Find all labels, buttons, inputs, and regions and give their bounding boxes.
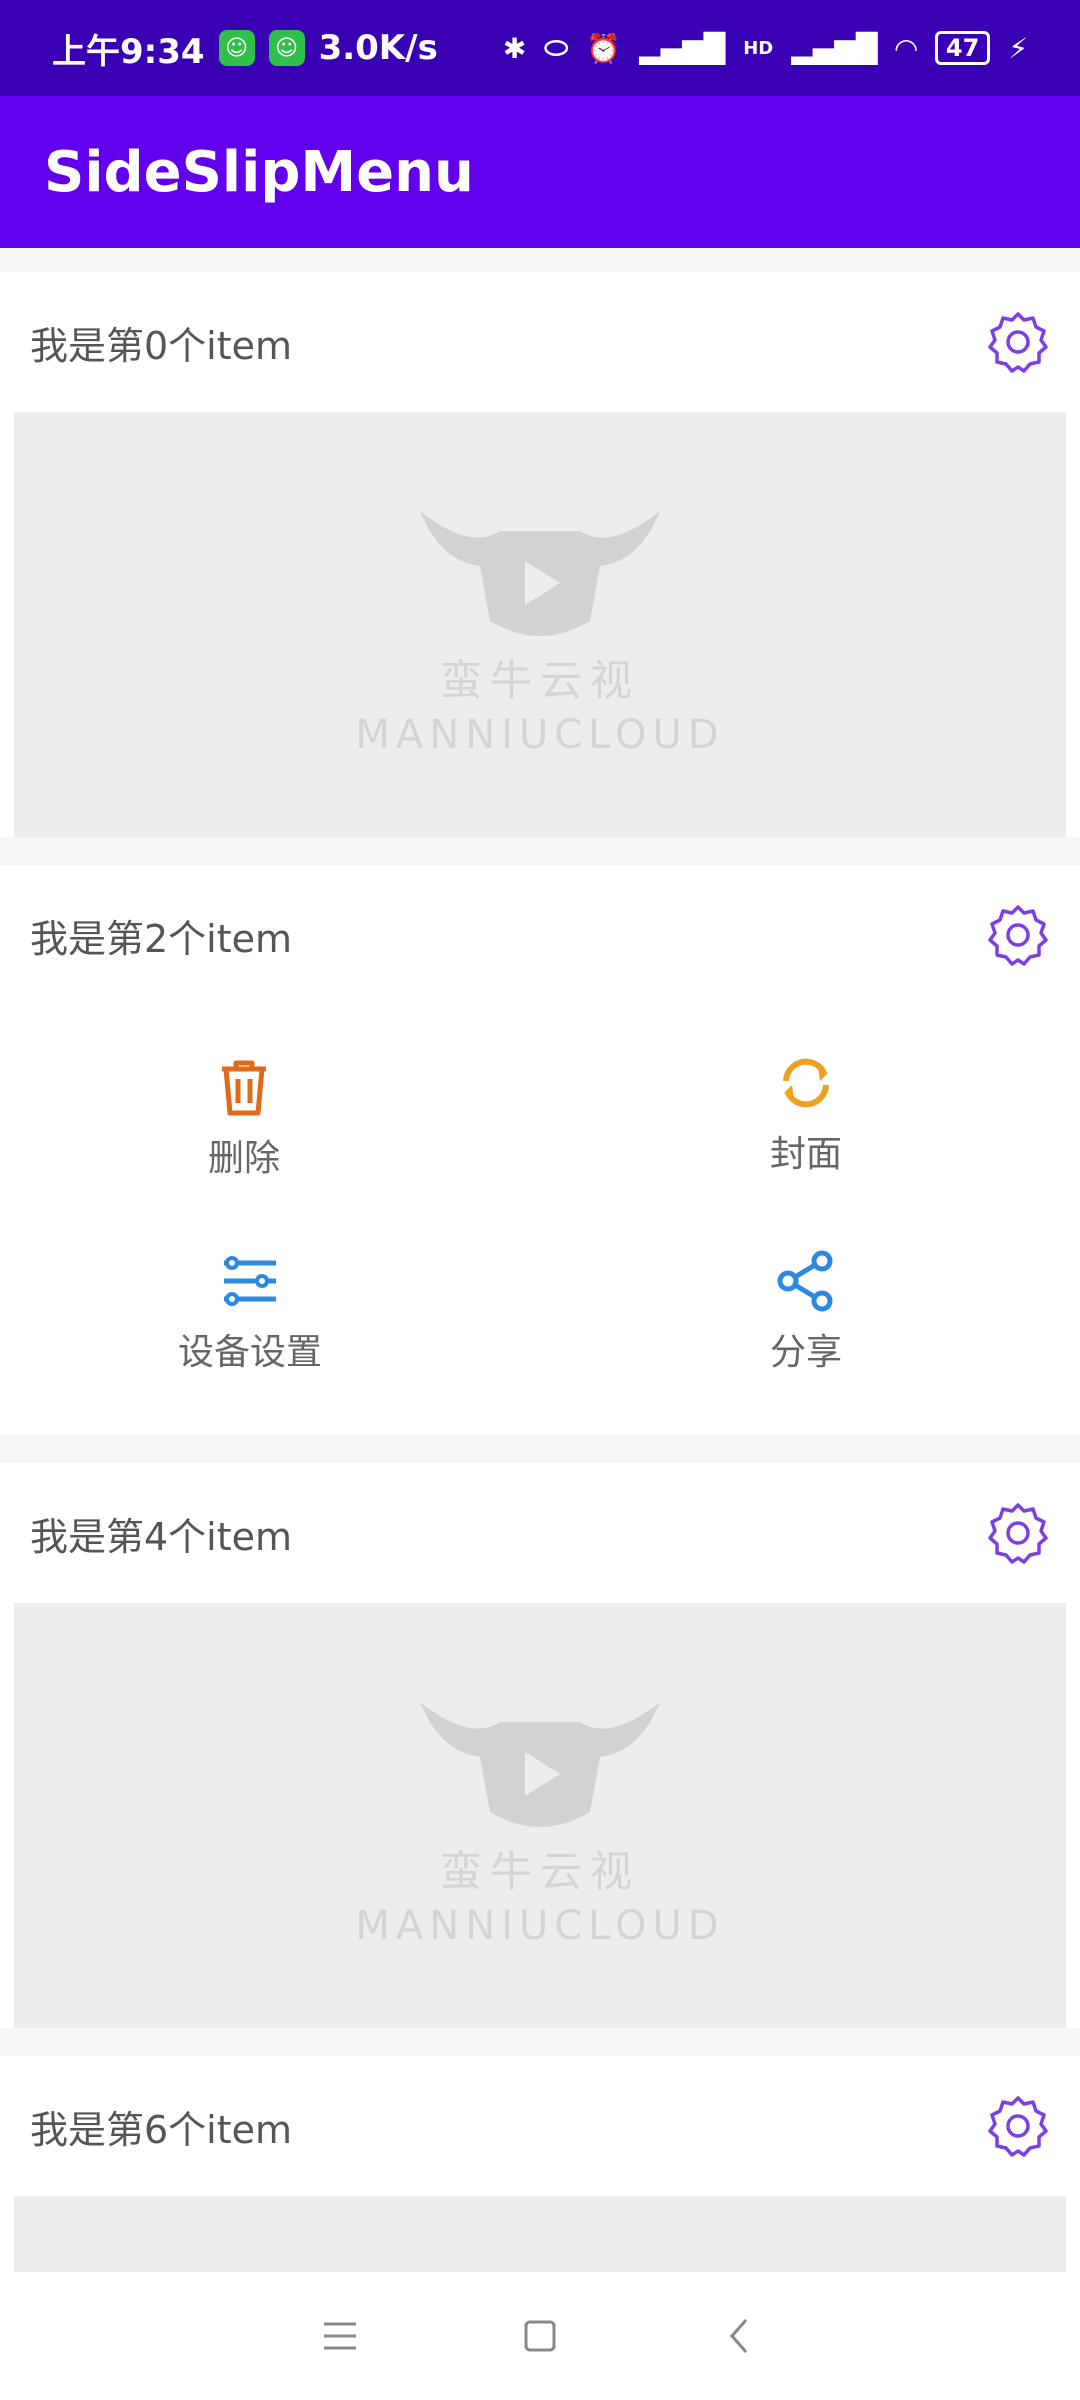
item-title: 我是第0个item — [30, 323, 293, 368]
item-header: 我是第2个item — [0, 865, 1080, 1005]
gear-icon[interactable] — [986, 1501, 1050, 1565]
video-placeholder[interactable]: 蛮牛云视 MANNIUCLOUD — [14, 1603, 1066, 2028]
network-speed: 3.0K/s — [318, 28, 438, 68]
back-chevron-icon[interactable] — [718, 2314, 762, 2358]
cover-button[interactable]: 封面 — [770, 1051, 842, 1177]
list-item[interactable]: 我是第0个item 蛮牛云视 MANNIUCLOUD — [0, 272, 1080, 837]
item-list[interactable]: 我是第0个item 蛮牛云视 MANNIUCLOUD 我是第2个item 删除 … — [0, 272, 1080, 2344]
square-home-icon[interactable] — [518, 2314, 562, 2358]
list-item-menu-open[interactable]: 我是第2个item 删除 封面 设备设置 分享 — [0, 865, 1080, 1435]
gear-icon[interactable] — [986, 310, 1050, 374]
bluetooth-icon: ✱ — [502, 31, 527, 65]
share-label: 分享 — [770, 1332, 843, 1373]
share-icon — [777, 1250, 833, 1312]
signal-icon-2: ▂▄▆█ — [791, 31, 878, 65]
placeholder-brand-en: MANNIUCLOUD — [355, 1903, 725, 1949]
item-title: 我是第6个item — [30, 2107, 293, 2152]
battery-indicator: 47 — [934, 31, 991, 65]
device-settings-label: 设备设置 — [178, 1332, 323, 1373]
wifi-icon: ◠ — [895, 31, 917, 65]
app-bar: SideSlipMenu — [0, 96, 1080, 248]
app-notification-icon-2: ☺ — [268, 30, 305, 66]
manniucloud-logo-icon — [420, 511, 660, 636]
item-title: 我是第2个item — [30, 916, 293, 961]
device-settings-button[interactable]: 设备设置 — [178, 1249, 322, 1375]
cover-label: 封面 — [770, 1134, 843, 1175]
system-nav-bar — [0, 2272, 1080, 2400]
sliders-icon — [224, 1256, 276, 1306]
share-button[interactable]: 分享 — [770, 1249, 842, 1375]
item-title: 我是第4个item — [30, 1514, 293, 1559]
placeholder-brand-cn: 蛮牛云视 — [439, 656, 640, 705]
refresh-icon — [783, 1058, 829, 1108]
status-time: 上午9:34 — [52, 31, 205, 72]
alarm-icon: ⏰ — [586, 31, 622, 65]
trash-icon — [222, 1060, 266, 1116]
video-placeholder[interactable]: 蛮牛云视 MANNIUCLOUD — [14, 412, 1066, 837]
hd-signal-label: HD — [743, 37, 774, 59]
manniucloud-logo-icon — [420, 1702, 660, 1827]
menu-icon[interactable] — [318, 2314, 362, 2358]
item-header: 我是第4个item — [0, 1463, 1080, 1603]
list-item[interactable]: 我是第4个item 蛮牛云视 MANNIUCLOUD — [0, 1463, 1080, 2028]
placeholder-brand-en: MANNIUCLOUD — [355, 712, 725, 758]
item-header: 我是第6个item — [0, 2056, 1080, 2196]
gear-icon[interactable] — [986, 2094, 1050, 2158]
charging-icon: ⚡ — [1008, 31, 1028, 65]
status-bar: 上午9:34 ☺ ☺ 3.0K/s ✱ ⬭ ⏰ ▂▄▆█ HD ▂▄▆█ ◠ 4… — [0, 0, 1080, 96]
placeholder-brand-cn: 蛮牛云视 — [439, 1847, 640, 1896]
signal-icon: ▂▄▆█ — [639, 31, 726, 65]
side-menu-actions: 删除 封面 设备设置 分享 — [0, 1005, 1080, 1435]
item-header: 我是第0个item — [0, 272, 1080, 412]
delete-button[interactable]: 删除 — [208, 1055, 280, 1181]
delete-label: 删除 — [208, 1138, 281, 1179]
gear-icon[interactable] — [986, 903, 1050, 967]
app-title: SideSlipMenu — [44, 139, 474, 205]
toggle-icon: ⬭ — [544, 31, 569, 64]
app-notification-icon: ☺ — [218, 30, 255, 66]
